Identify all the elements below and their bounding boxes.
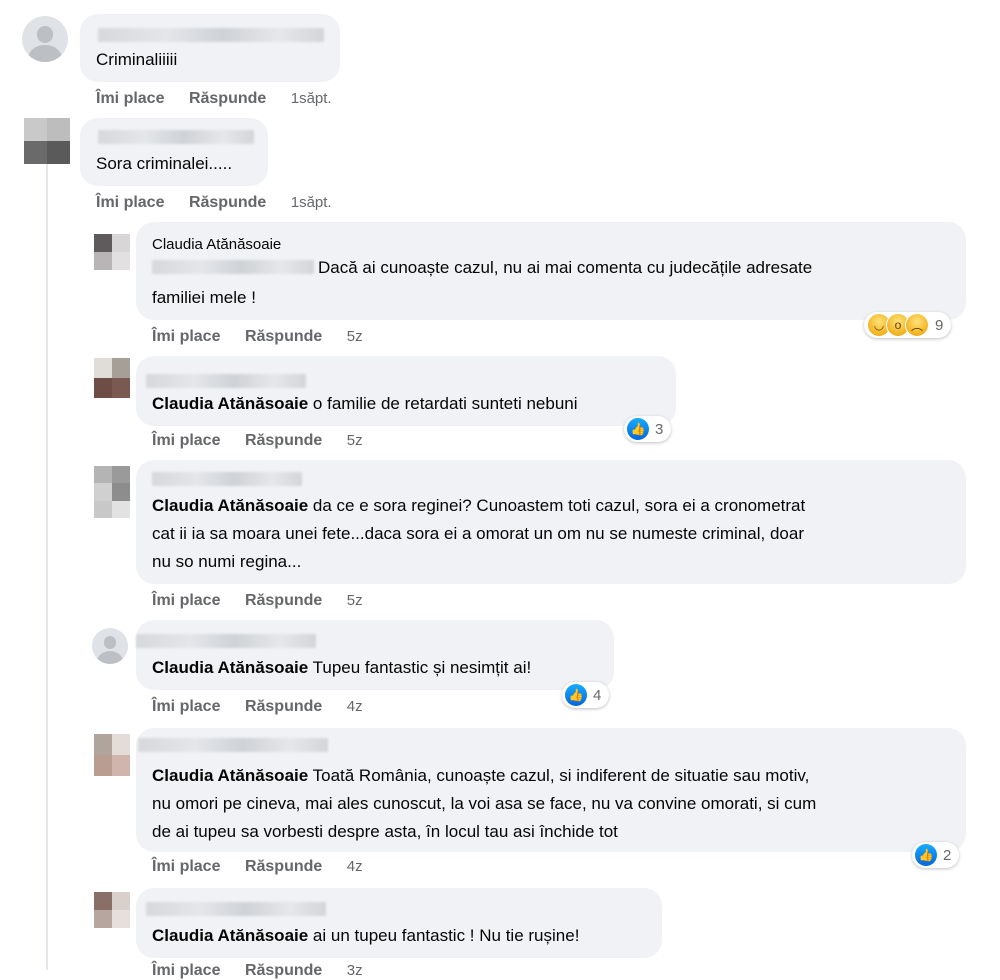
comment-actions: Îmi place Răspunde 5z	[152, 328, 383, 346]
like-button[interactable]: Îmi place	[152, 432, 220, 450]
reply-button[interactable]: Răspunde	[189, 90, 266, 108]
timestamp[interactable]: 3z	[347, 962, 363, 979]
timestamp[interactable]: 5z	[347, 432, 363, 449]
comment-text: Criminaliiiii	[96, 50, 178, 69]
reaction-summary[interactable]: ◡ o ︵ 9	[864, 312, 952, 338]
reaction-count: 4	[593, 686, 602, 704]
comment-text: Dacă ai cunoaște cazul, nu ai mai coment…	[318, 258, 813, 277]
like-button[interactable]: Îmi place	[96, 90, 164, 108]
comment-actions: Îmi place Răspunde 1săpt.	[96, 194, 352, 212]
comment-text: Claudia Atănăsoaie Toată România, cunoaș…	[152, 766, 810, 785]
comment-actions: Îmi place Răspunde 3z	[152, 962, 383, 980]
reply-button[interactable]: Răspunde	[189, 194, 266, 212]
redacted-author-name[interactable]	[136, 634, 316, 648]
comment-actions: Îmi place Răspunde 4z	[152, 858, 383, 876]
comment-bubble: Claudia Atănăsoaie Dacă ai cunoaște cazu…	[136, 222, 966, 320]
like-icon: 👍	[915, 844, 937, 866]
sad-icon: ︵	[905, 313, 929, 337]
author-name[interactable]: Claudia Atănăsoaie	[152, 236, 281, 253]
timestamp[interactable]: 5z	[347, 592, 363, 609]
comment-actions: Îmi place Răspunde 4z	[152, 698, 383, 716]
avatar[interactable]	[92, 628, 128, 664]
comment-bubble: Claudia Atănăsoaie ai un tupeu fantastic…	[136, 888, 662, 958]
redacted-author-name[interactable]	[138, 738, 328, 752]
like-button[interactable]: Îmi place	[152, 858, 220, 876]
avatar[interactable]	[94, 892, 130, 928]
timestamp[interactable]: 1săpt.	[291, 194, 332, 211]
reaction-summary[interactable]: 👍 2	[912, 842, 960, 868]
redacted-mention[interactable]	[152, 260, 314, 274]
comment-text-continued: familiei mele !	[152, 288, 256, 307]
comment-text: Sora criminalei.....	[96, 154, 233, 173]
redacted-author-name[interactable]	[152, 472, 302, 486]
redacted-author-name[interactable]	[98, 28, 324, 42]
like-button[interactable]: Îmi place	[152, 328, 220, 346]
reply-button[interactable]: Răspunde	[245, 328, 322, 346]
timestamp[interactable]: 1săpt.	[291, 90, 332, 107]
avatar[interactable]	[94, 234, 130, 270]
comment-bubble: Claudia Atănăsoaie o familie de retardat…	[136, 356, 676, 426]
avatar[interactable]	[24, 118, 70, 164]
comment-bubble: Criminaliiiii	[80, 14, 340, 82]
comment-actions: Îmi place Răspunde 5z	[152, 592, 383, 610]
redacted-author-name[interactable]	[146, 374, 306, 388]
like-button[interactable]: Îmi place	[152, 592, 220, 610]
reply-button[interactable]: Răspunde	[245, 858, 322, 876]
like-icon: 👍	[565, 684, 587, 706]
reaction-summary[interactable]: 👍 4	[562, 682, 610, 708]
mention-link[interactable]: Claudia Atănăsoaie	[152, 394, 308, 413]
mention-link[interactable]: Claudia Atănăsoaie	[152, 926, 308, 945]
avatar[interactable]	[94, 734, 130, 776]
like-button[interactable]: Îmi place	[96, 194, 164, 212]
comment-actions: Îmi place Răspunde 5z	[152, 432, 383, 450]
comment-bubble: Claudia Atănăsoaie Tupeu fantastic și ne…	[136, 620, 614, 690]
like-button[interactable]: Îmi place	[152, 962, 220, 980]
reply-button[interactable]: Răspunde	[245, 698, 322, 716]
like-button[interactable]: Îmi place	[152, 698, 220, 716]
comment-bubble: Sora criminalei.....	[80, 118, 268, 186]
avatar[interactable]	[22, 16, 68, 62]
mention-link[interactable]: Claudia Atănăsoaie	[152, 658, 308, 677]
avatar[interactable]	[94, 358, 130, 398]
mention-link[interactable]: Claudia Atănăsoaie	[152, 766, 308, 785]
comment-text-continued: nu so numi regina...	[152, 552, 302, 571]
reaction-count: 2	[943, 846, 952, 864]
reply-button[interactable]: Răspunde	[245, 962, 322, 980]
redacted-author-name[interactable]	[98, 130, 254, 144]
reaction-count: 3	[655, 420, 664, 438]
timestamp[interactable]: 5z	[347, 328, 363, 345]
comment-text: Claudia Atănăsoaie ai un tupeu fantastic…	[152, 926, 580, 945]
timestamp[interactable]: 4z	[347, 858, 363, 875]
reply-button[interactable]: Răspunde	[245, 432, 322, 450]
timestamp[interactable]: 4z	[347, 698, 363, 715]
comment-text: Claudia Atănăsoaie o familie de retardat…	[152, 394, 578, 413]
like-icon: 👍	[627, 418, 649, 440]
thread-line	[46, 150, 48, 970]
comment-actions: Îmi place Răspunde 1săpt.	[96, 90, 352, 108]
comment-bubble: Claudia Atănăsoaie da ce e sora reginei?…	[136, 460, 966, 584]
reaction-summary[interactable]: 👍 3	[624, 416, 672, 442]
redacted-author-name[interactable]	[146, 902, 326, 916]
reaction-count: 9	[935, 316, 944, 334]
comment-text-continued: de ai tupeu sa vorbesti despre asta, în …	[152, 822, 618, 841]
comment-text: Claudia Atănăsoaie Tupeu fantastic și ne…	[152, 658, 532, 677]
comment-text: Claudia Atănăsoaie da ce e sora reginei?…	[152, 496, 806, 515]
avatar[interactable]	[94, 466, 130, 518]
comment-text-continued: nu omori pe cineva, mai ales cunoscut, l…	[152, 794, 817, 813]
comment-bubble: Claudia Atănăsoaie Toată România, cunoaș…	[136, 728, 966, 852]
reply-button[interactable]: Răspunde	[245, 592, 322, 610]
comment-text-continued: cat ii ia sa moara unei fete...daca sora…	[152, 524, 804, 543]
mention-link[interactable]: Claudia Atănăsoaie	[152, 496, 308, 515]
